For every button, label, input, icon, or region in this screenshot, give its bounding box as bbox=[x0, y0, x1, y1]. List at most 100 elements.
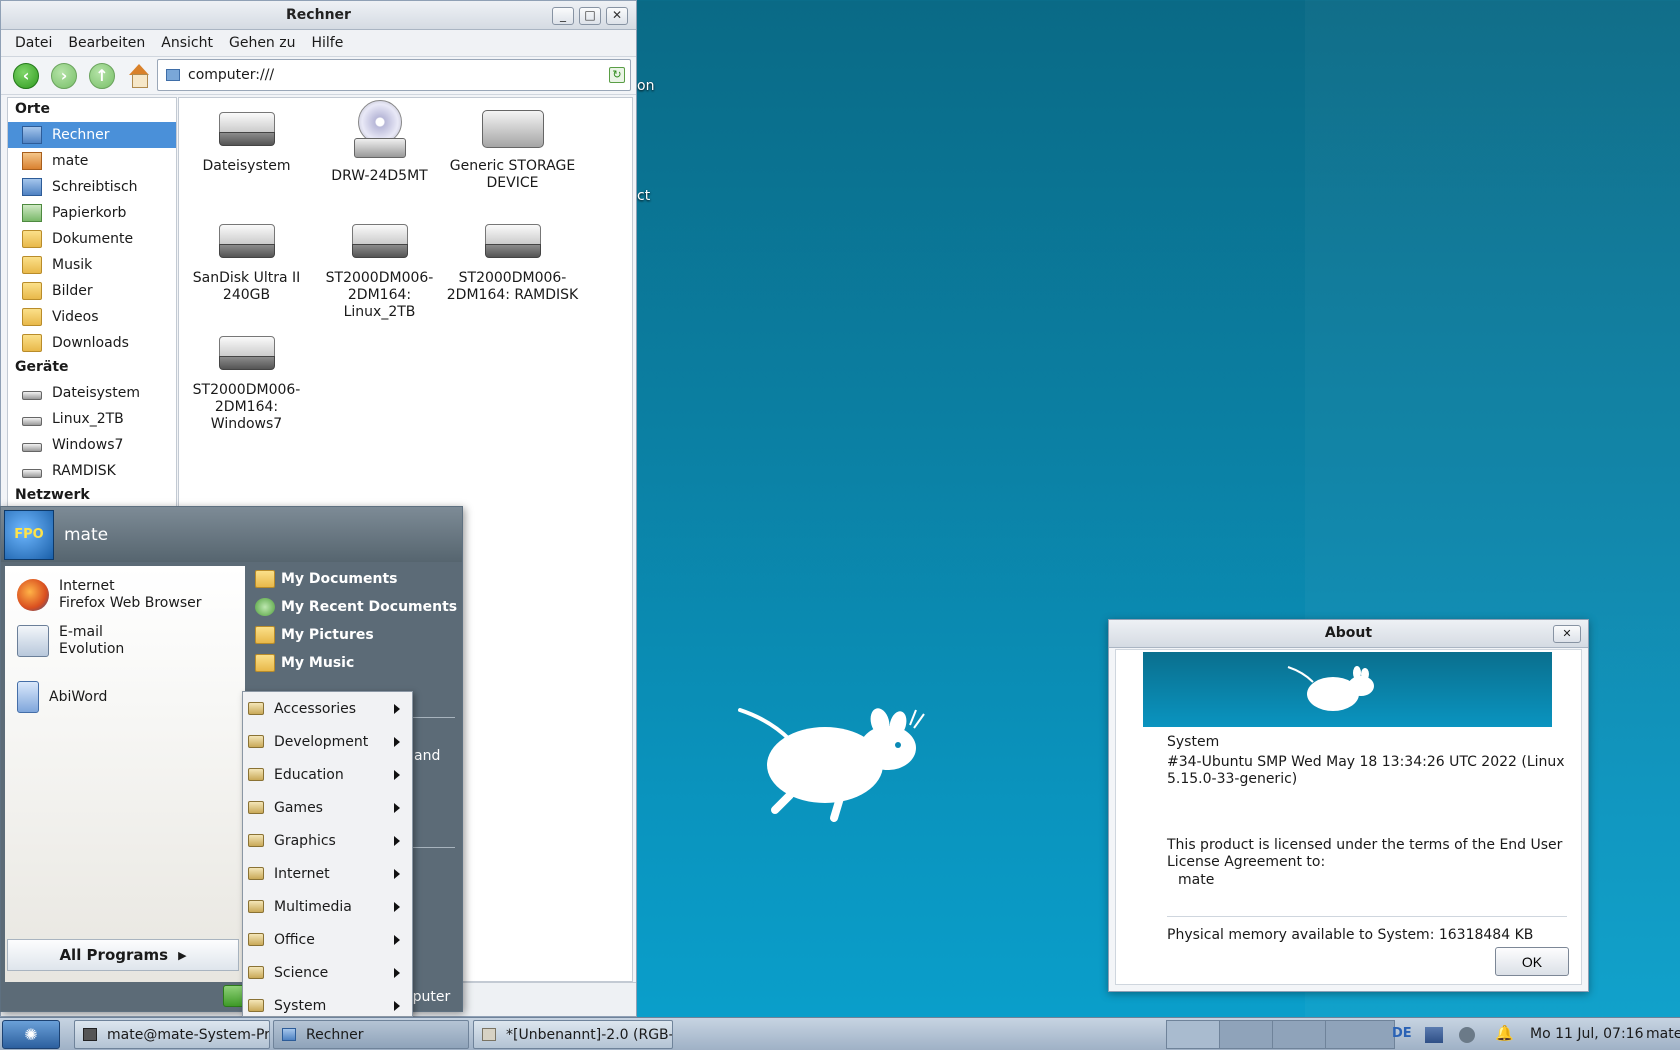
app-evolution[interactable]: E-mail Evolution bbox=[17, 624, 124, 658]
file-item-generic-storage-device[interactable]: Generic STORAGE DEVICE bbox=[445, 98, 580, 192]
place-my-music[interactable]: My Music bbox=[255, 654, 354, 672]
menubar: Datei Bearbeiten Ansicht Gehen zu Hilfe bbox=[1, 30, 636, 57]
user-menu[interactable]: mate bbox=[1646, 1026, 1680, 1042]
menu-item-science[interactable]: Science bbox=[243, 956, 412, 989]
menu-ansicht[interactable]: Ansicht bbox=[153, 35, 221, 51]
forward-button[interactable]: › bbox=[51, 62, 77, 89]
file-item-linux-2tb[interactable]: ST2000DM006-2DM164: Linux_2TB bbox=[312, 210, 447, 321]
menu-item-internet[interactable]: Internet bbox=[243, 857, 412, 890]
file-item-windows7[interactable]: ST2000DM006-2DM164: Windows7 bbox=[179, 322, 314, 433]
location-text: computer:/// bbox=[188, 67, 275, 83]
close-button[interactable]: ✕ bbox=[606, 7, 628, 25]
back-button[interactable]: ‹ bbox=[13, 62, 39, 89]
about-titlebar[interactable]: About ✕ bbox=[1109, 620, 1588, 648]
menu-item-office[interactable]: Office bbox=[243, 923, 412, 956]
app-abiword[interactable]: AbiWord bbox=[17, 681, 107, 713]
hard-drive-icon bbox=[484, 224, 541, 258]
steam-icon[interactable] bbox=[1459, 1027, 1475, 1043]
keyboard-layout-indicator[interactable]: DE bbox=[1392, 1026, 1412, 1041]
sidebar-header-places: Orte bbox=[15, 101, 50, 117]
music-folder-icon bbox=[255, 654, 275, 672]
task-gimp[interactable]: *[Unbenannt]-2.0 (RGB-... bbox=[473, 1020, 673, 1049]
menu-item-graphics[interactable]: Graphics bbox=[243, 824, 412, 857]
file-item-dateisystem[interactable]: Dateisystem bbox=[179, 98, 314, 175]
desktop-icon-label-fragment[interactable]: ct bbox=[637, 188, 650, 204]
close-button[interactable]: ✕ bbox=[1553, 625, 1581, 643]
all-programs-button[interactable]: All Programs ▶ bbox=[7, 939, 239, 971]
location-bar[interactable]: computer:/// ↻ bbox=[157, 59, 631, 91]
desktop-icon-label-fragment[interactable]: on bbox=[637, 78, 654, 94]
arrow-right-icon bbox=[394, 902, 400, 912]
sidebar-item-mate[interactable]: mate bbox=[8, 148, 176, 174]
place-my-recent-documents[interactable]: My Recent Documents bbox=[255, 598, 457, 616]
arrow-right-icon: ▶ bbox=[178, 948, 187, 962]
videos-folder-icon bbox=[22, 308, 42, 326]
sidebar-item-downloads[interactable]: Downloads bbox=[8, 330, 176, 356]
menu-bearbeiten[interactable]: Bearbeiten bbox=[60, 35, 153, 51]
sidebar-item-musik[interactable]: Musik bbox=[8, 252, 176, 278]
reload-icon[interactable]: ↻ bbox=[609, 67, 625, 83]
menu-item-label: System bbox=[274, 997, 327, 1014]
clock[interactable]: Mo 11 Jul, 07:16 bbox=[1530, 1026, 1644, 1042]
minimize-button[interactable]: _ bbox=[552, 7, 574, 25]
maximize-button[interactable]: □ bbox=[579, 7, 601, 25]
file-manager-titlebar[interactable]: Rechner _ □ ✕ bbox=[1, 1, 636, 30]
menu-item-accessories[interactable]: Accessories bbox=[243, 692, 412, 725]
taskbar: ✺ mate@mate-System-Pr... Rechner *[Unben… bbox=[0, 1017, 1680, 1050]
sidebar-item-label: Bilder bbox=[52, 283, 93, 299]
menu-item-games[interactable]: Games bbox=[243, 791, 412, 824]
task-terminal[interactable]: mate@mate-System-Pr... bbox=[74, 1020, 270, 1049]
file-item-drw-24d5mt[interactable]: DRW-24D5MT bbox=[312, 100, 447, 185]
sidebar-item-linux-2tb[interactable]: Linux_2TB bbox=[8, 406, 176, 432]
app-firefox[interactable]: Internet Firefox Web Browser bbox=[17, 578, 202, 612]
sidebar-item-label: Papierkorb bbox=[52, 205, 127, 221]
sidebar-item-rechner[interactable]: Rechner bbox=[8, 122, 176, 148]
folder-icon bbox=[248, 801, 264, 814]
place-label: My Pictures bbox=[281, 627, 374, 643]
terminal-icon bbox=[83, 1028, 97, 1041]
workspace-4[interactable] bbox=[1325, 1020, 1395, 1049]
file-item-sandisk[interactable]: SanDisk Ultra II 240GB bbox=[179, 210, 314, 304]
menu-item-label: Education bbox=[274, 766, 344, 783]
up-button[interactable]: ↑ bbox=[89, 62, 115, 89]
sidebar-item-windows7[interactable]: Windows7 bbox=[8, 432, 176, 458]
menu-item-multimedia[interactable]: Multimedia bbox=[243, 890, 412, 923]
computer-icon bbox=[22, 126, 42, 144]
menu-gehen-zu[interactable]: Gehen zu bbox=[221, 35, 304, 51]
menu-datei[interactable]: Datei bbox=[7, 35, 60, 51]
menu-item-development[interactable]: Development bbox=[243, 725, 412, 758]
about-dialog: About ✕ System #34-Ubuntu SMP Wed May 18… bbox=[1108, 619, 1589, 992]
sidebar-item-ramdisk[interactable]: RAMDISK bbox=[8, 458, 176, 484]
storage-device-icon bbox=[481, 110, 544, 148]
ok-button[interactable]: OK bbox=[1495, 947, 1569, 976]
system-label: System bbox=[1167, 734, 1220, 750]
avatar: FPO bbox=[4, 509, 54, 560]
sidebar-item-bilder[interactable]: Bilder bbox=[8, 278, 176, 304]
sidebar-item-label: Musik bbox=[52, 257, 93, 273]
trash-icon bbox=[22, 204, 42, 222]
network-icon[interactable] bbox=[1425, 1027, 1443, 1043]
sidebar-item-videos[interactable]: Videos bbox=[8, 304, 176, 330]
sidebar-item-dateisystem[interactable]: Dateisystem bbox=[8, 380, 176, 406]
file-item-ramdisk[interactable]: ST2000DM006-2DM164: RAMDISK bbox=[445, 210, 580, 304]
sidebar-item-papierkorb[interactable]: Papierkorb bbox=[8, 200, 176, 226]
file-item-label: ST2000DM006-2DM164: Linux_2TB bbox=[325, 270, 434, 320]
menu-hilfe[interactable]: Hilfe bbox=[303, 35, 351, 51]
notification-bell-icon[interactable]: 🔔 bbox=[1495, 1024, 1514, 1042]
task-rechner[interactable]: Rechner bbox=[273, 1020, 469, 1049]
partial-menu-item[interactable]: and bbox=[414, 748, 440, 764]
sidebar-item-label: Windows7 bbox=[52, 437, 124, 453]
place-my-pictures[interactable]: My Pictures bbox=[255, 626, 374, 644]
home-icon[interactable] bbox=[127, 63, 151, 88]
menu-item-label: Multimedia bbox=[274, 898, 352, 915]
folder-icon bbox=[22, 230, 42, 248]
place-my-documents[interactable]: My Documents bbox=[255, 570, 398, 588]
menu-item-label: Science bbox=[274, 964, 329, 981]
hard-drive-icon bbox=[351, 224, 408, 258]
start-button[interactable]: ✺ bbox=[2, 1020, 60, 1049]
sidebar-item-dokumente[interactable]: Dokumente bbox=[8, 226, 176, 252]
programs-submenu: Accessories Development Education Games … bbox=[242, 691, 413, 1017]
arrow-right-icon bbox=[394, 770, 400, 780]
sidebar-item-schreibtisch[interactable]: Schreibtisch bbox=[8, 174, 176, 200]
menu-item-education[interactable]: Education bbox=[243, 758, 412, 791]
